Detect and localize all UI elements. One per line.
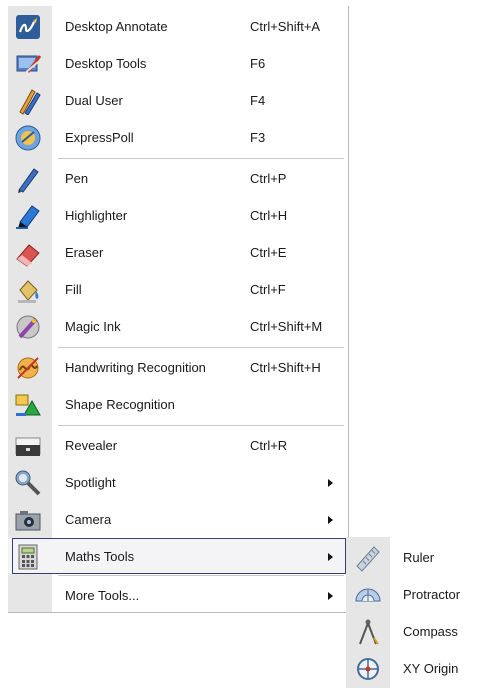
menu-item-expresspoll[interactable]: ExpressPoll F3 [8,119,348,156]
menu-item-pen[interactable]: Pen Ctrl+P [8,160,348,197]
menu-item-shortcut: Ctrl+Shift+A [250,19,321,34]
active-item-highlight [12,538,346,574]
submenu-item-xy-origin[interactable]: XY Origin [346,650,480,687]
submenu-item-label: Ruler [403,550,435,565]
menu-item-label: Shape Recognition [65,397,175,412]
revealer-icon [14,432,42,460]
menu-item-shortcut: Ctrl+P [250,171,287,186]
menu-item-magic-ink[interactable]: Magic Ink Ctrl+Shift+M [8,308,348,345]
submenu-arrow-icon [328,592,333,600]
menu-item-label: Camera [65,512,112,527]
menu-item-shape-recognition[interactable]: Shape Recognition [8,386,348,423]
desktop-tools-icon [14,50,42,78]
menu-item-label: Pen [65,171,89,186]
submenu-item-label: XY Origin [403,661,459,676]
menu-item-label: Revealer [65,438,118,453]
menu-item-dual-user[interactable]: Dual User F4 [8,82,348,119]
menu-item-shortcut: Ctrl+R [250,438,288,453]
menu-item-label: Handwriting Recognition [65,360,206,375]
submenu-item-compass[interactable]: Compass [346,613,480,650]
pen-icon [14,165,42,193]
handwriting-icon [14,354,42,382]
menu-item-label: Desktop Tools [65,56,147,71]
menu-item-handwriting-recognition[interactable]: Handwriting Recognition Ctrl+Shift+H [8,349,348,386]
menu-item-shortcut: Ctrl+Shift+M [250,319,323,334]
dual-pens-icon [14,87,42,116]
menu-item-spotlight[interactable]: Spotlight [8,464,348,501]
menu-item-shortcut: Ctrl+E [250,245,287,260]
menu-item-highlighter[interactable]: Highlighter Ctrl+H [8,197,348,234]
submenu-arrow-icon [328,479,333,487]
menu-item-shortcut: F3 [250,130,266,145]
magic-ink-icon [14,313,42,341]
menu-separator [58,347,344,348]
tools-menu: Desktop Annotate Ctrl+Shift+A Desktop To… [8,6,349,613]
compass-icon [354,618,382,646]
menu-item-fill[interactable]: Fill Ctrl+F [8,271,348,308]
paint-bucket-icon [14,276,42,304]
menu-item-eraser[interactable]: Eraser Ctrl+E [8,234,348,271]
menu-separator [58,425,344,426]
shapes-icon [14,391,42,419]
menu-item-label: ExpressPoll [65,130,134,145]
submenu-item-ruler[interactable]: Ruler [346,539,480,576]
menu-item-camera[interactable]: Camera [8,501,348,538]
menu-item-revealer[interactable]: Revealer Ctrl+R [8,427,348,464]
maths-tools-submenu: Ruler Protractor Compass XY Origin [346,537,480,688]
menu-item-shortcut: Ctrl+Shift+H [250,360,321,375]
highlighter-icon [14,202,42,230]
menu-item-more-tools[interactable]: More Tools... [8,577,348,614]
menu-separator [58,158,344,159]
submenu-arrow-icon [328,516,333,524]
menu-item-shortcut: F4 [250,93,266,108]
menu-item-label: Fill [65,282,82,297]
menu-item-label: Desktop Annotate [65,19,168,34]
protractor-icon [354,581,382,609]
submenu-item-protractor[interactable]: Protractor [346,576,480,613]
menu-item-desktop-tools[interactable]: Desktop Tools F6 [8,45,348,82]
xy-origin-icon [354,655,382,683]
submenu-item-label: Protractor [403,587,461,602]
camera-icon [14,506,42,534]
menu-item-label: Highlighter [65,208,128,223]
ruler-icon [354,544,382,572]
menu-item-shortcut: Ctrl+F [250,282,286,297]
pen-swirl-icon [14,13,42,41]
poll-icon [14,124,42,152]
menu-item-shortcut: Ctrl+H [250,208,288,223]
menu-item-label: Spotlight [65,475,116,490]
menu-item-label: Dual User [65,93,123,108]
spotlight-icon [14,469,42,497]
eraser-icon [14,239,42,267]
menu-item-label: Magic Ink [65,319,121,334]
submenu-item-label: Compass [403,624,458,639]
menu-item-label: Eraser [65,245,104,260]
menu-item-shortcut: F6 [250,56,266,71]
menu-item-label: More Tools... [65,588,140,603]
menu-item-desktop-annotate[interactable]: Desktop Annotate Ctrl+Shift+A [8,8,348,45]
menu-separator [58,575,344,576]
